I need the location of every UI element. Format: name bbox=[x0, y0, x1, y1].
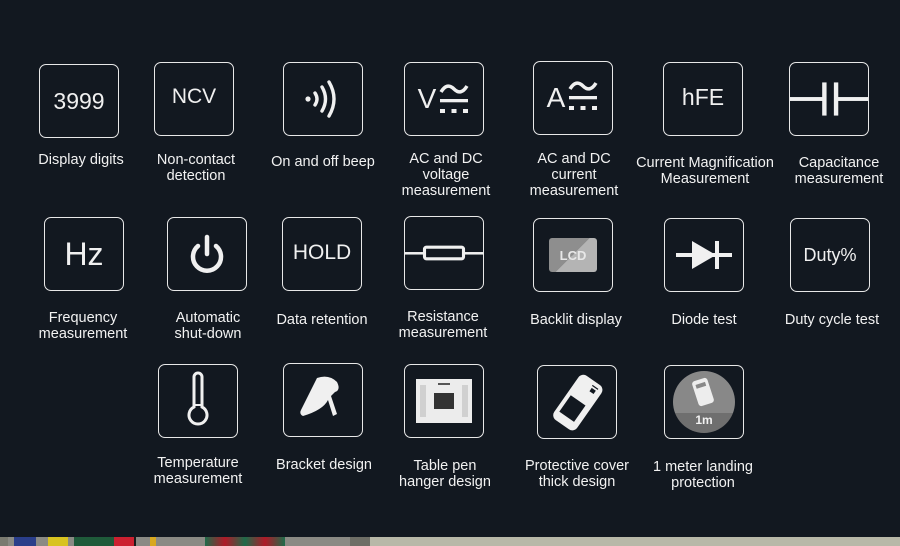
ncv-box: NCV bbox=[154, 62, 234, 136]
sound-wave-icon bbox=[305, 80, 336, 118]
ac-dc-symbol-icon bbox=[439, 84, 469, 113]
ncv-text-icon: NCV bbox=[171, 85, 217, 108]
capacitor-icon bbox=[790, 82, 868, 116]
feature-label: 1 meter landing protection bbox=[653, 459, 753, 491]
bracket-icon bbox=[300, 376, 339, 416]
ac-dc-symbol-icon bbox=[568, 81, 598, 110]
hz-text-icon: Hz bbox=[64, 235, 104, 272]
pen-hanger-box bbox=[404, 364, 484, 438]
display-digits-box: 3999 bbox=[39, 64, 119, 138]
product-photo-strip bbox=[0, 537, 900, 546]
diode-icon bbox=[676, 241, 732, 269]
resistor-icon bbox=[405, 245, 483, 261]
lcd-icon: LCD bbox=[549, 238, 597, 272]
diode-box bbox=[664, 218, 744, 292]
duty-text-icon: Duty% bbox=[803, 244, 857, 265]
frequency-box: Hz bbox=[44, 217, 124, 291]
ac-dc-current-box: A bbox=[533, 61, 613, 135]
auto-shutdown-box bbox=[167, 217, 247, 291]
hfe-text-icon: hFE bbox=[681, 83, 725, 110]
pen-hanger-icon bbox=[416, 379, 472, 423]
power-icon bbox=[190, 234, 224, 273]
ac-dc-voltage-box: V bbox=[404, 62, 484, 136]
ac-dc-current-icon: A bbox=[547, 79, 600, 117]
bracket-box bbox=[283, 363, 363, 437]
data-retention-box: HOLD bbox=[282, 217, 362, 291]
thermometer-icon bbox=[187, 371, 209, 426]
hfe-box: hFE bbox=[663, 62, 743, 136]
hold-text-icon: HOLD bbox=[292, 240, 352, 264]
duty-cycle-box: Duty% bbox=[790, 218, 870, 292]
capacitance-box bbox=[789, 62, 869, 136]
resistance-box bbox=[404, 216, 484, 290]
protective-cover-box bbox=[537, 365, 617, 439]
drop-1m-icon: 1m bbox=[673, 371, 735, 433]
3999-text-icon: 3999 bbox=[53, 87, 105, 114]
ac-dc-voltage-icon: V bbox=[418, 80, 471, 118]
feature-label: Capacitance measurement bbox=[794, 155, 884, 187]
beep-box bbox=[283, 62, 363, 136]
backlight-box: LCD bbox=[533, 218, 613, 292]
temperature-box bbox=[158, 364, 238, 438]
drop-protection-box: 1m bbox=[664, 365, 744, 439]
protective-cover-icon bbox=[553, 374, 603, 431]
feature-label: Duty cycle test bbox=[784, 312, 880, 328]
